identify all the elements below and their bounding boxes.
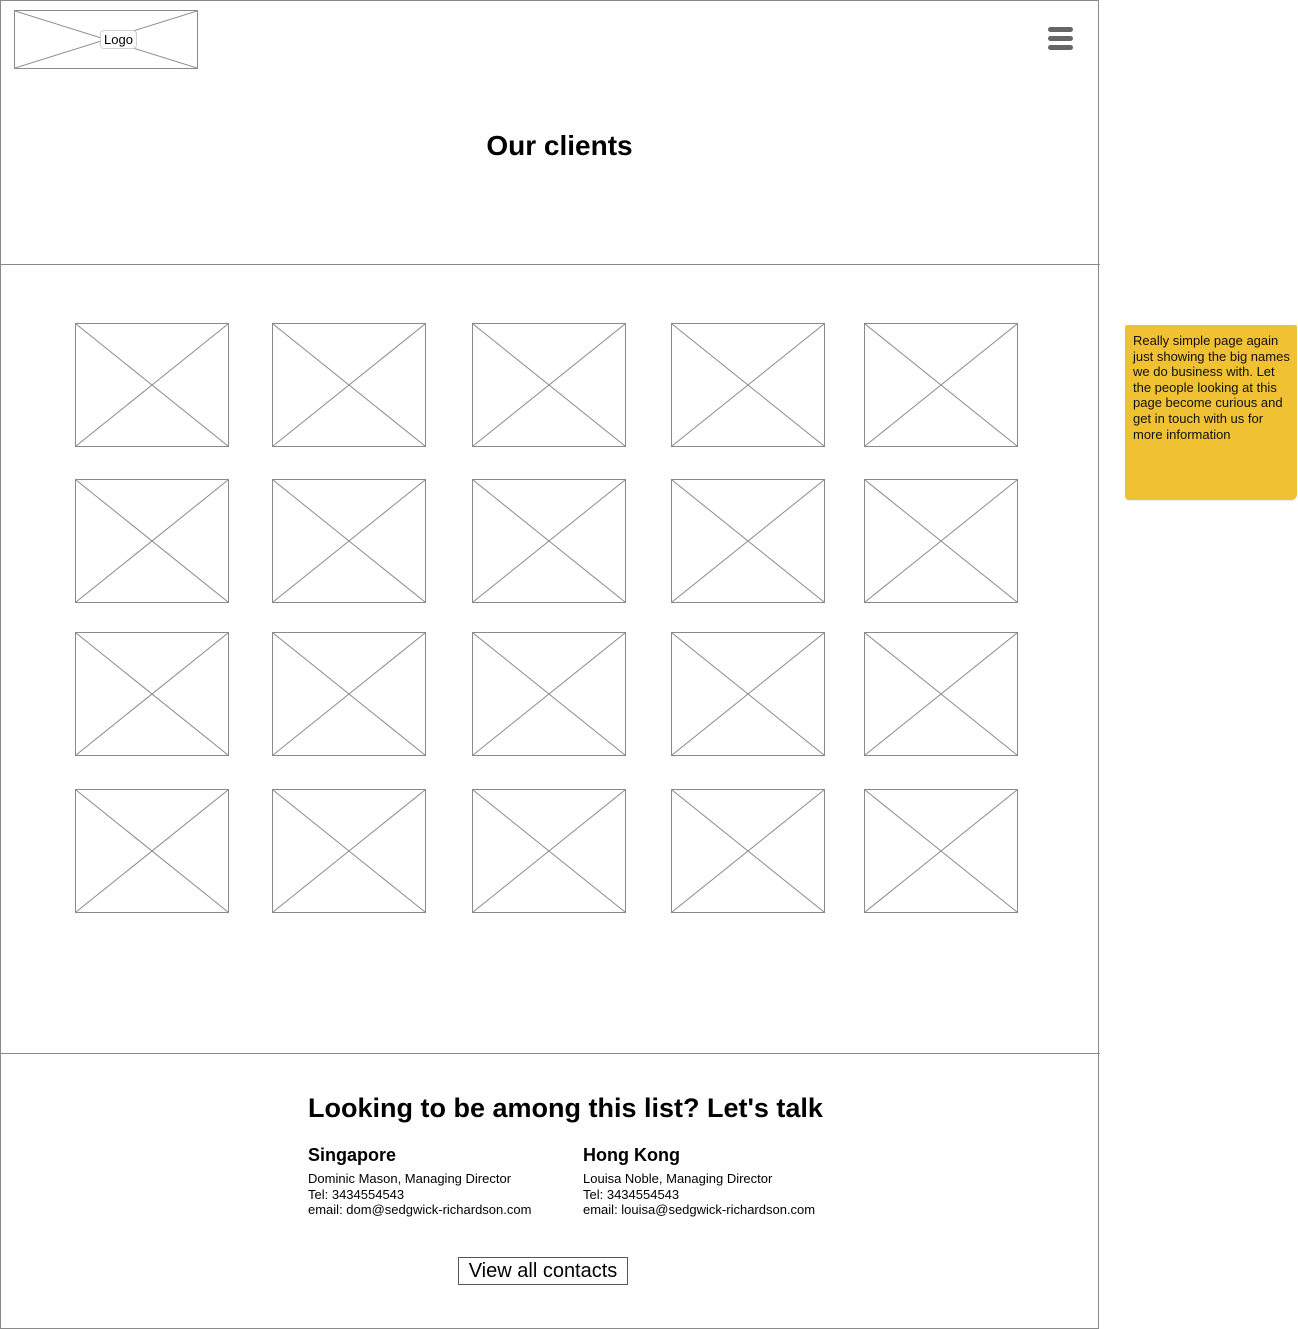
image-placeholder-icon	[473, 324, 625, 446]
footer-divider	[1, 1053, 1100, 1054]
image-placeholder-icon	[473, 790, 625, 912]
image-placeholder-icon	[672, 633, 824, 755]
client-logo-placeholder[interactable]	[472, 479, 626, 603]
office-person: Dominic Mason, Managing Director	[308, 1171, 512, 1186]
image-placeholder-icon	[473, 480, 625, 602]
client-logo-placeholder[interactable]	[75, 323, 229, 447]
client-logo-placeholder[interactable]	[864, 632, 1018, 756]
client-logo-placeholder[interactable]	[671, 632, 825, 756]
client-logos-grid	[1, 1, 1100, 1329]
contact-heading: Looking to be among this list? Let's tal…	[308, 1093, 823, 1123]
view-all-contacts-button[interactable]: View all contacts	[458, 1257, 628, 1285]
image-placeholder-icon	[273, 633, 425, 755]
client-logo-placeholder[interactable]	[272, 789, 426, 913]
image-placeholder-icon	[76, 790, 228, 912]
client-logo-placeholder[interactable]	[472, 632, 626, 756]
image-placeholder-icon	[865, 324, 1017, 446]
office-person: Louisa Noble, Managing Director	[583, 1171, 773, 1186]
image-placeholder-icon	[865, 480, 1017, 602]
office-singapore: Singapore Dominic Mason, Managing Direct…	[308, 1144, 531, 1218]
image-placeholder-icon	[76, 480, 228, 602]
image-placeholder-icon	[76, 633, 228, 755]
client-logo-placeholder[interactable]	[671, 789, 825, 913]
office-email[interactable]: email: louisa@sedgwick-richardson.com	[583, 1202, 815, 1218]
image-placeholder-icon	[865, 633, 1017, 755]
office-city: Singapore	[308, 1145, 397, 1165]
client-logo-placeholder[interactable]	[472, 789, 626, 913]
client-logo-placeholder[interactable]	[864, 479, 1018, 603]
client-logo-placeholder[interactable]	[272, 323, 426, 447]
client-logo-placeholder[interactable]	[472, 323, 626, 447]
image-placeholder-icon	[672, 324, 824, 446]
client-logo-placeholder[interactable]	[864, 323, 1018, 447]
client-logo-placeholder[interactable]	[671, 479, 825, 603]
client-logo-placeholder[interactable]	[272, 479, 426, 603]
client-logo-placeholder[interactable]	[75, 789, 229, 913]
office-tel: Tel: 3434554543	[583, 1186, 680, 1202]
image-placeholder-icon	[865, 790, 1017, 912]
image-placeholder-icon	[273, 324, 425, 446]
client-logo-placeholder[interactable]	[75, 632, 229, 756]
office-hong-kong: Hong Kong Louisa Noble, Managing Directo…	[583, 1144, 815, 1218]
image-placeholder-icon	[672, 790, 824, 912]
client-logo-placeholder[interactable]	[864, 789, 1018, 913]
client-logo-placeholder[interactable]	[272, 632, 426, 756]
office-tel: Tel: 3434554543	[308, 1186, 405, 1202]
image-placeholder-icon	[672, 480, 824, 602]
image-placeholder-icon	[473, 633, 625, 755]
sticky-note-annotation: Really simple page again just showing th…	[1125, 325, 1297, 500]
client-logo-placeholder[interactable]	[75, 479, 229, 603]
image-placeholder-icon	[76, 324, 228, 446]
office-email[interactable]: email: dom@sedgwick-richardson.com	[308, 1202, 531, 1218]
image-placeholder-icon	[273, 480, 425, 602]
image-placeholder-icon	[273, 790, 425, 912]
office-city: Hong Kong	[583, 1145, 680, 1165]
wireframe-page: Logo Our clients Looking to be among thi…	[0, 0, 1100, 1329]
client-logo-placeholder[interactable]	[671, 323, 825, 447]
